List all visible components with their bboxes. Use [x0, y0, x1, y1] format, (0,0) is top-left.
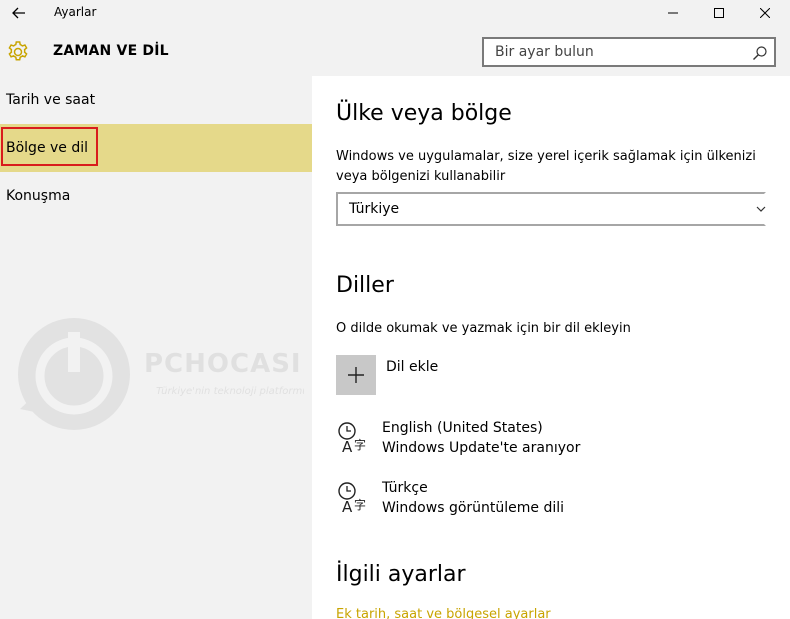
related-settings-heading: İlgili ayarlar	[336, 562, 466, 587]
language-pack-icon: A 字	[338, 482, 366, 516]
minimize-icon	[668, 12, 678, 14]
additional-settings-link[interactable]: Ek tarih, saat ve bölgesel ayarlar	[336, 607, 551, 619]
watermark-logo: PCHOCASI Türkiye'nin teknoloji platformu	[18, 318, 304, 430]
search-input[interactable]	[484, 39, 746, 65]
maximize-icon	[714, 8, 724, 18]
app-title: Ayarlar	[54, 5, 97, 19]
search-box[interactable]	[482, 37, 776, 67]
svg-text:A: A	[342, 438, 353, 456]
sidebar-item-label: Tarih ve saat	[6, 92, 96, 108]
svg-text:Türkiye'nin teknoloji platform: Türkiye'nin teknoloji platformu	[156, 386, 304, 397]
svg-text:PCHOCASI: PCHOCASI	[144, 349, 302, 379]
search-icon[interactable]	[752, 45, 768, 61]
minimize-button[interactable]	[650, 0, 696, 26]
back-button[interactable]	[6, 2, 32, 24]
sidebar-item-date-time[interactable]: Tarih ve saat	[0, 76, 312, 124]
sidebar-item-speech[interactable]: Konuşma	[0, 172, 312, 220]
close-button[interactable]	[742, 0, 788, 26]
svg-text:A: A	[342, 498, 353, 516]
sidebar-item-region-language[interactable]: Bölge ve dil	[0, 124, 312, 172]
languages-description: O dilde okumak ve yazmak için bir dil ek…	[336, 321, 631, 336]
maximize-button[interactable]	[696, 0, 742, 26]
country-dropdown[interactable]: Türkiye	[336, 192, 766, 226]
language-status: Windows Update'te aranıyor	[382, 440, 581, 456]
add-language-button[interactable]: Dil ekle	[336, 355, 438, 395]
title-bar: Ayarlar	[0, 0, 790, 26]
svg-text:字: 字	[354, 497, 366, 512]
gear-icon	[8, 41, 28, 61]
back-arrow-icon	[12, 7, 25, 19]
main-content: Ülke veya bölge Windows ve uygulamalar, …	[312, 76, 790, 619]
language-item-english[interactable]: A 字 English (United States) Windows Upda…	[336, 418, 580, 458]
languages-heading: Diller	[336, 273, 394, 298]
page-header: ZAMAN VE DİL	[0, 26, 790, 76]
add-language-label: Dil ekle	[386, 359, 439, 375]
close-icon	[760, 8, 770, 18]
region-description: Windows ve uygulamalar, size yerel içeri…	[336, 149, 756, 184]
language-item-turkish[interactable]: A 字 Türkçe Windows görüntüleme dili	[336, 478, 564, 518]
add-language-tile	[336, 355, 376, 395]
svg-text:字: 字	[354, 437, 366, 452]
sidebar-item-label: Konuşma	[6, 188, 71, 204]
chevron-down-icon	[756, 206, 766, 212]
language-name: English (United States)	[382, 420, 543, 436]
plus-icon	[348, 367, 364, 383]
region-heading: Ülke veya bölge	[336, 101, 512, 126]
sidebar: Tarih ve saat Bölge ve dil Konuşma PCHOC…	[0, 76, 312, 619]
highlight-box	[1, 127, 98, 166]
country-dropdown-value: Türkiye	[349, 201, 400, 217]
page-title: ZAMAN VE DİL	[53, 43, 169, 59]
language-name: Türkçe	[382, 480, 428, 496]
language-status: Windows görüntüleme dili	[382, 500, 565, 516]
language-pack-icon: A 字	[338, 422, 366, 456]
